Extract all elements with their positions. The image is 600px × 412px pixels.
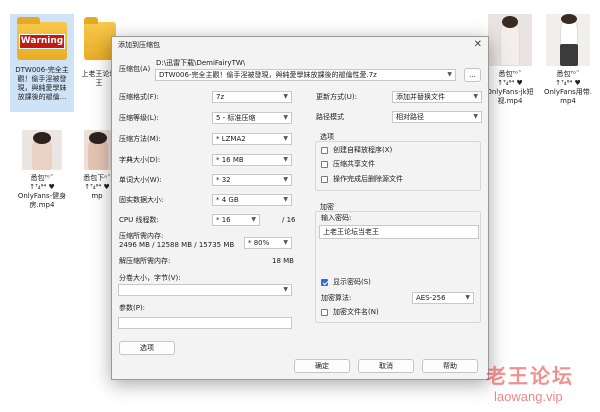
help-button[interactable]: 帮助 xyxy=(422,359,478,373)
path-value: 相对路径 xyxy=(396,113,424,121)
ok-button[interactable]: 确定 xyxy=(294,359,350,373)
cancel-button[interactable]: 取消 xyxy=(358,359,414,373)
chevron-down-icon: ▼ xyxy=(283,239,288,246)
chevron-down-icon: ▼ xyxy=(473,113,478,120)
desktop-video-partial[interactable]: 悉包下ᵒ˜ ↑ᵀ₄⁶⁴ ♥ mp xyxy=(80,128,114,220)
video-thumbnail xyxy=(488,14,532,66)
desktop-file-caption: DTW006-完全主 觀！偷手淫被發 現，與純愛學妹 放課後的褪倫... xyxy=(15,66,69,101)
solid-select[interactable]: * 4 GB ▼ xyxy=(212,194,292,206)
chevron-down-icon: ▼ xyxy=(473,93,478,100)
video-thumbnail xyxy=(546,14,590,66)
chevron-down-icon: ▼ xyxy=(283,93,288,100)
sfx-label: 创建自释放程序(X) xyxy=(333,146,393,154)
encryption-method-label: 加密算法: xyxy=(321,294,352,302)
video-thumbnail xyxy=(22,130,62,170)
memory-percent-value: * 80% xyxy=(248,239,270,247)
shared-files-checkbox[interactable] xyxy=(321,161,328,168)
watermark-text: 老王论坛 xyxy=(486,364,574,388)
path-select[interactable]: 相对路径 ▼ xyxy=(392,111,482,123)
show-password-label: 显示密码(S) xyxy=(333,278,371,286)
solid-label: 固实数据大小: xyxy=(119,196,164,204)
encryption-method-value: AES-256 xyxy=(416,294,446,302)
chevron-down-icon: ▼ xyxy=(283,156,288,163)
method-label: 压缩方法(M): xyxy=(119,135,161,143)
memory-detail: 2496 MB / 12588 MB / 15735 MB xyxy=(119,241,235,249)
word-select[interactable]: * 32 ▼ xyxy=(212,174,292,186)
chevron-down-icon: ▼ xyxy=(283,196,288,203)
password-value: 上老王论坛当老王 xyxy=(323,228,379,236)
solid-value: * 4 GB xyxy=(216,196,239,204)
level-select[interactable]: 5 - 标准压缩 ▼ xyxy=(212,112,292,124)
desktop-video-onlyfans[interactable]: 悉包ᵀᵒ˜ ↑ᵀ₄⁶⁴ ♥ OnlyFans用带. mp4 xyxy=(540,12,596,112)
dict-label: 字典大小(D): xyxy=(119,156,161,164)
level-value: 5 - 标准压缩 xyxy=(216,114,256,122)
warning-badge: Warning xyxy=(19,34,65,49)
chevron-down-icon: ▼ xyxy=(283,114,288,121)
video-thumbnail xyxy=(84,130,112,170)
update-select[interactable]: 添加并替换文件 ▼ xyxy=(392,91,482,103)
desktop-video-jk[interactable]: 悉包ᵀᵒ˜ ↑ᵀ₄⁶⁴ ♥ OnlyFans-jk短 视.mp4 xyxy=(484,12,536,112)
threads-label: CPU 线程数: xyxy=(119,216,159,224)
delete-source-checkbox[interactable] xyxy=(321,176,328,183)
threads-max: / 16 xyxy=(282,216,296,224)
method-select[interactable]: * LZMA2 ▼ xyxy=(212,133,292,145)
threads-value: * 16 xyxy=(216,216,231,224)
chevron-down-icon: ▼ xyxy=(283,135,288,142)
encrypt-names-checkbox[interactable] xyxy=(321,309,328,316)
word-value: * 32 xyxy=(216,176,231,184)
video-caption: 悉包ᵀᵒ˜ ↑ᵀ₄⁶⁴ ♥ OnlyFans用带. mp4 xyxy=(543,70,592,105)
desktop-file-dtw006[interactable]: Warning DTW006-完全主 觀！偷手淫被發 現，與純愛學妹 放課後的褪… xyxy=(10,14,74,112)
params-input[interactable] xyxy=(118,317,292,329)
archive-directory: D:\迅雷下载\DemiFairyTW\ xyxy=(156,59,246,67)
dialog-title: 添加到压缩包 xyxy=(118,41,160,49)
format-label: 压缩格式(F): xyxy=(119,93,159,101)
chevron-down-icon: ▼ xyxy=(465,294,470,301)
video-caption: 悉包ᵀᵒ˜ ↑ᵀ₄⁶⁴ ♥ OnlyFans-jk短 视.mp4 xyxy=(486,70,534,105)
show-password-checkbox[interactable] xyxy=(321,279,328,286)
video-caption: 悉包ᵀᵒ˜ ↑ᵀ₄⁶⁴ ♥ OnlyFans-健身 房.mp4 xyxy=(17,174,67,209)
chevron-down-icon: ▼ xyxy=(447,71,452,78)
method-value: * LZMA2 xyxy=(216,135,246,143)
sfx-checkbox[interactable] xyxy=(321,147,328,154)
options-button[interactable]: 选项 xyxy=(119,341,175,355)
level-label: 压缩等级(L): xyxy=(119,114,159,122)
dialog-titlebar[interactable]: 添加到压缩包 ✕ xyxy=(112,37,488,53)
archive-name-combo[interactable]: DTW006-完全主觀！偷手淫被發現，與純愛學妹放課後的褪倫性愛.7z ▼ xyxy=(155,69,456,81)
params-label: 参数(P): xyxy=(119,304,146,312)
shared-files-label: 压缩共享文件 xyxy=(333,160,375,168)
update-label: 更新方式(U): xyxy=(316,93,357,101)
chevron-down-icon: ▼ xyxy=(283,286,288,293)
memory-percent-select[interactable]: * 80% ▼ xyxy=(244,237,292,249)
threads-select[interactable]: * 16 ▼ xyxy=(212,214,260,226)
update-value: 添加并替换文件 xyxy=(396,93,445,101)
desktop-video-gym[interactable]: 悉包ᵀᵒ˜ ↑ᵀ₄⁶⁴ ♥ OnlyFans-健身 房.mp4 xyxy=(12,128,72,220)
password-label: 输入密码: xyxy=(321,214,352,222)
format-value: 7z xyxy=(216,93,225,101)
path-label: 路径模式 xyxy=(316,113,344,121)
browse-button[interactable]: ... xyxy=(464,68,481,82)
chevron-down-icon: ▼ xyxy=(283,176,288,183)
encrypt-names-label: 加密文件名(N) xyxy=(333,308,379,316)
watermark-url: laowang.vip xyxy=(494,389,563,404)
delete-source-label: 操作完成后删除源文件 xyxy=(333,175,403,183)
format-select[interactable]: 7z ▼ xyxy=(212,91,292,103)
password-input[interactable]: 上老王论坛当老王 xyxy=(319,225,479,239)
split-select[interactable]: ▼ xyxy=(118,284,292,296)
encryption-method-select[interactable]: AES-256 ▼ xyxy=(412,292,474,304)
decompress-memory-value: 18 MB xyxy=(272,257,294,265)
dict-value: * 16 MB xyxy=(216,156,244,164)
close-icon[interactable]: ✕ xyxy=(474,37,482,53)
add-to-archive-dialog: 添加到压缩包 ✕ 压缩包(A) D:\迅雷下载\DemiFairyTW\ DTW… xyxy=(111,36,489,380)
word-label: 单词大小(W): xyxy=(119,176,162,184)
video-caption: 悉包下ᵒ˜ ↑ᵀ₄⁶⁴ ♥ mp xyxy=(83,174,111,200)
archive-label: 压缩包(A) xyxy=(119,65,151,73)
decompress-memory-label: 解压缩所需内存: xyxy=(119,257,171,265)
split-label: 分卷大小，字节(V): xyxy=(119,274,181,282)
chevron-down-icon: ▼ xyxy=(251,216,256,223)
archive-name-value: DTW006-完全主觀！偷手淫被發現，與純愛學妹放課後的褪倫性愛.7z xyxy=(159,71,377,79)
dict-select[interactable]: * 16 MB ▼ xyxy=(212,154,292,166)
